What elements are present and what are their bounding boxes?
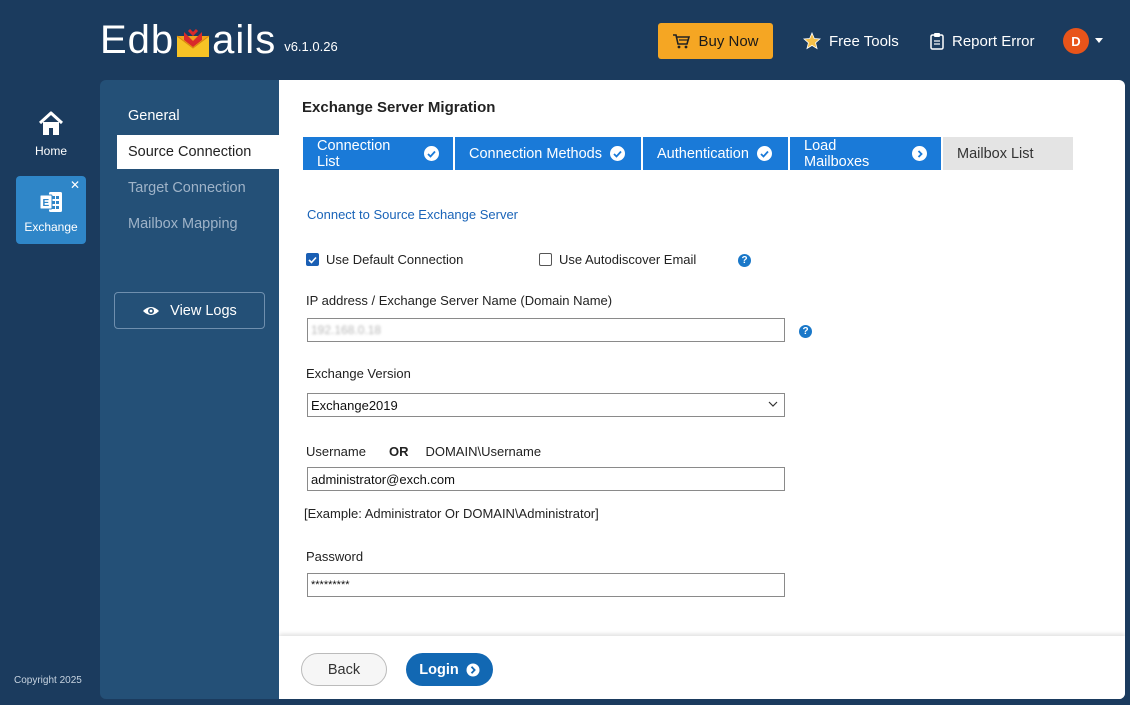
use-default-connection-label: Use Default Connection [326,252,464,267]
help-icon[interactable]: ? [799,325,812,338]
rail-exchange[interactable]: ✕ E Exchange [16,176,86,244]
arrow-right-circle-icon [912,146,927,161]
exchange-icon: E [39,192,62,212]
buy-now-button[interactable]: Buy Now [658,23,773,59]
cart-icon [673,34,691,49]
step-label: Connection List [317,137,391,170]
username-domain-label: DOMAIN\Username [425,444,542,459]
step-label: Authentication [657,145,749,162]
copyright-text: Copyright 2025 [14,675,82,686]
app-logo: Edb ails v6.1.0.26 [100,18,338,62]
eye-icon [143,306,160,315]
username-input[interactable]: administrator@exch.com [307,467,785,491]
logo-envelope-icon [175,28,211,58]
checkbox-checked-icon [306,253,319,266]
step-authentication[interactable]: Authentication [643,137,788,170]
svg-text:E: E [43,198,50,209]
ip-address-input[interactable]: 192.168.0.18 [307,318,785,342]
back-label: Back [327,661,361,678]
use-default-connection-checkbox[interactable]: Use Default Connection [306,252,463,267]
arrow-right-circle-icon [466,663,480,677]
logo-text-left: Edb [100,18,175,62]
free-tools-link[interactable]: Free Tools [803,32,899,50]
buy-now-label: Buy Now [698,32,759,50]
ip-address-label: IP address / Exchange Server Name (Domai… [306,293,613,308]
login-label: Login [419,661,459,678]
step-connection-list[interactable]: Connection List [303,137,453,170]
username-hint: [Example: Administrator Or DOMAIN\Admini… [304,506,599,521]
password-label: Password [306,549,364,564]
step-label: Connection Methods [469,145,602,162]
subnav-target-connection[interactable]: Target Connection [117,171,280,205]
check-circle-icon [610,146,625,161]
star-icon [803,32,821,50]
report-error-label: Report Error [952,32,1035,50]
subnav-general[interactable]: General [117,99,280,133]
rail-home[interactable]: Home [16,110,86,170]
username-label: Username [306,444,366,459]
exchange-version-select[interactable]: Exchange2019 [307,393,785,417]
step-label: Load Mailboxes [804,137,870,170]
view-logs-label: View Logs [170,302,237,319]
chevron-down-icon [768,401,778,407]
settings-sidebar: General Source Connection Target Connect… [100,80,280,699]
rail-exchange-label: Exchange [24,220,78,234]
user-avatar[interactable]: D [1063,28,1089,54]
section-heading-link[interactable]: Connect to Source Exchange Server [307,207,518,222]
login-button[interactable]: Login [406,653,493,686]
username-or-label: OR [388,444,409,459]
subnav-mailbox-mapping[interactable]: Mailbox Mapping [117,207,280,241]
chevron-down-icon[interactable] [1095,38,1103,43]
logo-text-right: ails [212,18,277,62]
step-connection-methods[interactable]: Connection Methods [455,137,641,170]
close-icon[interactable]: ✕ [70,178,80,192]
username-value: administrator@exch.com [311,471,455,487]
footer-bar: Back Login [279,636,1125,699]
home-icon [38,111,64,135]
use-autodiscover-checkbox[interactable]: Use Autodiscover Email [539,252,696,267]
step-load-mailboxes[interactable]: Load Mailboxes [790,137,941,170]
view-logs-button[interactable]: View Logs [114,292,265,329]
step-mailbox-list[interactable]: Mailbox List [943,137,1073,170]
username-label-row: Username OR DOMAIN\Username [306,444,541,459]
check-circle-icon [424,146,439,161]
rail-home-label: Home [34,144,67,158]
help-icon[interactable]: ? [738,254,751,267]
report-error-link[interactable]: Report Error [930,32,1035,50]
wizard-steps: Connection List Connection Methods Authe… [303,137,1073,170]
password-value: ********* [311,579,350,591]
clipboard-icon [930,33,944,50]
exchange-version-label: Exchange Version [306,366,411,381]
password-input[interactable]: ********* [307,573,785,597]
page-title: Exchange Server Migration [302,99,496,116]
check-circle-icon [756,146,772,161]
exchange-version-value: Exchange2019 [311,397,398,413]
main-panel: Exchange Server Migration Connection Lis… [279,80,1125,699]
free-tools-label: Free Tools [829,32,899,50]
step-label: Mailbox List [957,145,1034,162]
app-version: v6.1.0.26 [284,39,338,54]
back-button[interactable]: Back [301,653,387,686]
use-autodiscover-label: Use Autodiscover Email [559,252,697,267]
subnav-source-connection[interactable]: Source Connection [117,135,280,169]
checkbox-unchecked-icon [539,253,552,266]
ip-address-value: 192.168.0.18 [311,323,382,337]
